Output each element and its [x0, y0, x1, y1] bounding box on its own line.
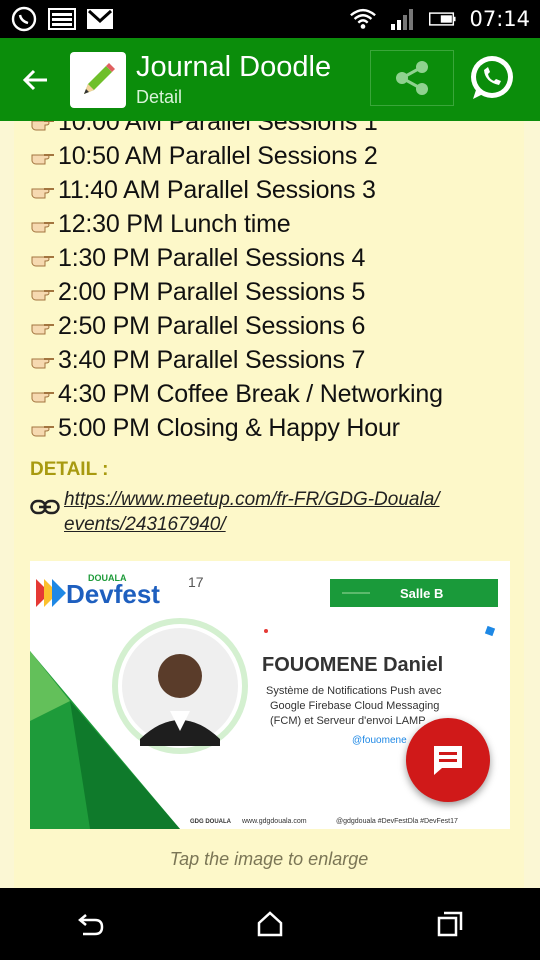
app-subtitle: Detail: [136, 87, 183, 107]
list-item: 10:00 AM Parallel Sessions 1: [14, 121, 524, 139]
banner-talk-line3: (FCM) et Serveur d'envoi LAMP: [270, 715, 426, 727]
banner-footer-twitter: @gdgdouala #DevFestDla #DevFest17: [336, 818, 458, 825]
banner-talk-line1: Système de Notifications Push avec: [266, 685, 442, 697]
list-item: 2:00 PM Parallel Sessions 5: [14, 275, 524, 309]
pointing-hand-icon: [31, 154, 54, 165]
list-item: 3:40 PM Parallel Sessions 7: [14, 343, 524, 377]
whatsapp-button[interactable]: [454, 50, 530, 106]
battery-icon: [429, 6, 457, 32]
whatsapp-icon: [471, 56, 513, 99]
banner-talk-line2: Google Firebase Cloud Messaging: [270, 700, 439, 712]
banner-footer-org: GDG DOUALA: [190, 819, 232, 825]
share-icon: [396, 61, 428, 95]
pointing-hand-icon: [31, 358, 54, 369]
comment-icon: [434, 746, 462, 775]
app-logo: [70, 51, 126, 108]
banner-speaker: FOUOMENE Daniel: [262, 654, 443, 676]
comment-fab[interactable]: [406, 718, 490, 802]
signal-icon: [389, 6, 417, 32]
nav-recents-button[interactable]: [420, 894, 480, 954]
pointing-hand-icon: [31, 324, 54, 335]
wifi-icon: [349, 6, 377, 32]
banner-year: 17: [188, 574, 204, 590]
whatsapp-notification-icon: [10, 6, 38, 32]
nav-back-button[interactable]: [60, 894, 120, 954]
back-icon: [78, 914, 104, 936]
app-title: Journal Doodle: [136, 51, 332, 83]
share-button[interactable]: [370, 50, 454, 106]
pointing-hand-icon: [31, 188, 54, 199]
pointing-hand-icon: [31, 392, 54, 403]
schedule-list: 10:00 AM Parallel Sessions 1 10:50 AM Pa…: [14, 121, 524, 445]
pointing-hand-icon: [31, 121, 54, 131]
back-button[interactable]: [0, 38, 70, 121]
pointing-hand-icon: [31, 426, 54, 437]
list-item: 1:30 PM Parallel Sessions 4: [14, 241, 524, 275]
banner-brand: Devfest: [66, 579, 160, 609]
recents-icon: [437, 911, 463, 937]
detail-heading: DETAIL :: [30, 459, 109, 480]
home-icon: [257, 911, 283, 937]
list-item: 5:00 PM Closing & Happy Hour: [14, 411, 524, 445]
banner-room: Salle B: [400, 586, 443, 601]
list-item: 11:40 AM Parallel Sessions 3: [14, 173, 524, 207]
meetup-url[interactable]: https://www.meetup.com/fr-FR/GDG-Douala/…: [64, 487, 440, 537]
list-item: 10:50 AM Parallel Sessions 2: [14, 139, 524, 173]
image-notification-icon: [48, 6, 76, 32]
image-caption: Tap the image to enlarge: [169, 849, 369, 869]
clock: 07:14: [469, 7, 530, 31]
status-bar: 07:14: [0, 0, 540, 38]
gmail-notification-icon: [86, 6, 114, 32]
nav-home-button[interactable]: [240, 894, 300, 954]
system-nav-bar: [0, 888, 540, 960]
list-item: 12:30 PM Lunch time: [14, 207, 524, 241]
meetup-link[interactable]: https://www.meetup.com/fr-FR/GDG-Douala/…: [30, 487, 440, 537]
pointing-hand-icon: [31, 222, 54, 233]
arrow-back-icon: [22, 69, 47, 90]
link-icon: [30, 487, 64, 527]
banner-handle: @fouomene: [352, 735, 407, 746]
pointing-hand-icon: [31, 290, 54, 301]
pointing-hand-icon: [31, 256, 54, 267]
list-item: 4:30 PM Coffee Break / Networking: [14, 377, 524, 411]
banner-footer-site: www.gdgdouala.com: [241, 818, 307, 825]
list-item: 2:50 PM Parallel Sessions 6: [14, 309, 524, 343]
app-bar: Journal Doodle Detail: [0, 38, 540, 121]
